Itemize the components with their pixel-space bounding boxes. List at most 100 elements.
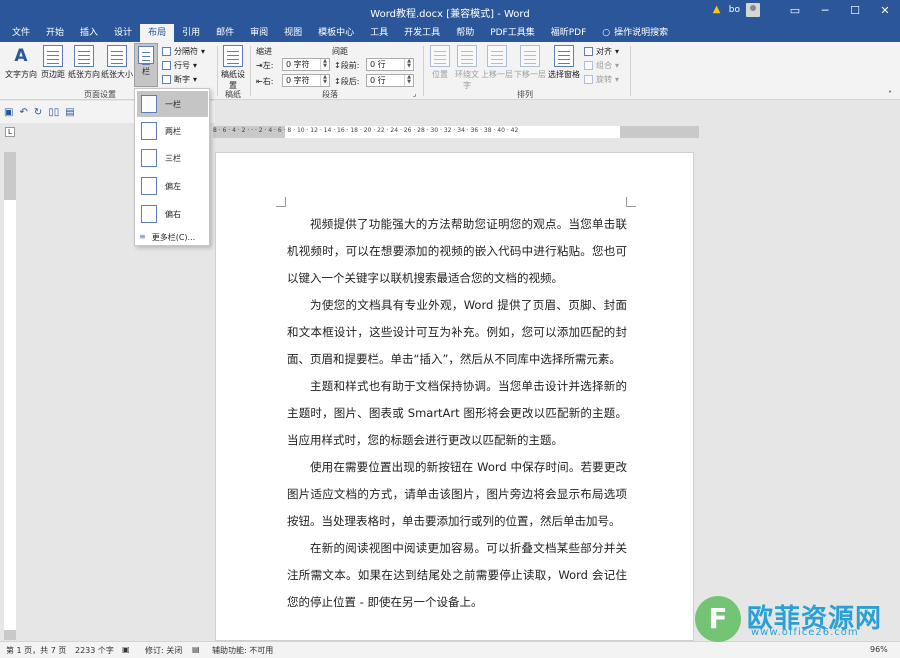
send-backward-icon — [520, 45, 540, 67]
tab-developer[interactable]: 开发工具 — [396, 24, 448, 42]
paragraph[interactable]: 视频提供了功能强大的方法帮助您证明您的观点。当您单击联机视频时，可以在想要添加的… — [287, 211, 627, 292]
paragraph[interactable]: 使用在需要位置出现的新按钮在 Word 中保存时间。若要更改图片适应文档的方式，… — [287, 454, 627, 535]
spacing-before-label: ↕段前: — [334, 61, 360, 70]
group-objects-label: 组合 — [596, 61, 612, 70]
minimize-button[interactable]: ─ — [810, 0, 840, 22]
tab-pdf-tools[interactable]: PDF工具集 — [482, 24, 543, 42]
paragraph[interactable]: 主题和样式也有助于文档保持协调。当您单击设计并选择新的主题时，图片、图表或 Sm… — [287, 373, 627, 454]
undo-icon[interactable]: ↶ — [19, 107, 27, 118]
dialog-launcher-icon[interactable]: ⌟ — [413, 90, 416, 98]
tab-view[interactable]: 视图 — [276, 24, 310, 42]
breaks-button[interactable]: 分隔符 ▾ — [162, 46, 205, 57]
wrap-text-button[interactable]: 环绕文字 — [454, 45, 480, 91]
orientation-button[interactable]: 纸张方向 — [68, 45, 100, 80]
spinner-arrows-icon[interactable]: ▲ ▼ — [320, 59, 329, 70]
tab-file[interactable]: 文件 — [4, 24, 38, 42]
spinner-arrows-icon[interactable]: ▲ ▼ — [404, 75, 413, 86]
align-button[interactable]: 对齐 ▾ — [584, 46, 619, 57]
columns-option-right[interactable]: 偏右 — [137, 201, 208, 227]
spacing-after-field[interactable]: 0 行 ▲ ▼ — [366, 74, 414, 87]
line-numbers-label: 行号 — [174, 61, 190, 70]
line-numbers-icon — [162, 61, 171, 70]
tab-insert[interactable]: 插入 — [72, 24, 106, 42]
track-changes-status[interactable]: 修订: 关闭 — [145, 645, 182, 656]
group-objects-button[interactable]: 组合 ▾ — [584, 60, 619, 71]
tab-tools[interactable]: 工具 — [362, 24, 396, 42]
rotate-button[interactable]: 旋转 ▾ — [584, 74, 619, 85]
two-pages-icon[interactable]: ▯▯ — [48, 107, 59, 118]
avatar[interactable] — [746, 3, 760, 17]
title-bar: Word教程.docx [兼容模式] - Word ▲ bo ▭ ─ ☐ ✕ — [0, 0, 900, 22]
ribbon-display-options-button[interactable]: ▭ — [780, 0, 810, 22]
bring-forward-button[interactable]: 上移一层 — [481, 45, 513, 80]
page-count[interactable]: 第 1 页，共 7 页 — [6, 645, 66, 656]
manuscript-icon — [223, 45, 243, 67]
tab-design[interactable]: 设计 — [106, 24, 140, 42]
columns-option-two[interactable]: 两栏 — [137, 118, 208, 144]
tab-references[interactable]: 引用 — [174, 24, 208, 42]
columns-option-one[interactable]: 一栏 — [137, 91, 208, 117]
spinner-arrows-icon[interactable]: ▲ ▼ — [320, 75, 329, 86]
tell-me-search[interactable]: ○ 操作说明搜索 — [594, 24, 676, 42]
align-label: 对齐 — [596, 47, 612, 56]
document-page[interactable]: 视频提供了功能强大的方法帮助您证明您的观点。当您单击联机视频时，可以在想要添加的… — [215, 152, 694, 641]
redo-icon[interactable]: ↻ — [34, 107, 42, 118]
hyphenation-button[interactable]: 断字 ▾ — [162, 74, 197, 85]
macro-icon[interactable]: ▤ — [192, 645, 200, 654]
paragraph[interactable]: 为使您的文档具有专业外观，Word 提供了页眉、页脚、封面和文本框设计，这些设计… — [287, 292, 627, 373]
bring-forward-label: 上移一层 — [481, 70, 513, 79]
tab-mailings[interactable]: 邮件 — [208, 24, 242, 42]
tab-template-center[interactable]: 模板中心 — [310, 24, 362, 42]
columns-label: 栏 — [142, 67, 150, 76]
tab-review[interactable]: 审阅 — [242, 24, 276, 42]
group-separator — [630, 46, 631, 96]
tab-selector[interactable]: L — [5, 127, 15, 137]
tab-foxit-pdf[interactable]: 福昕PDF — [543, 24, 595, 42]
horizontal-ruler[interactable]: 8 · 6 · 4 · 2 · · · 2 · 4 · 6 · 8 · 10 ·… — [213, 126, 699, 138]
selection-pane-button[interactable]: 选择窗格 — [547, 45, 581, 80]
spacing-after-icon: ↕ — [334, 77, 341, 86]
page-size-button[interactable]: 纸张大小 — [101, 45, 133, 80]
close-button[interactable]: ✕ — [870, 0, 900, 22]
position-button[interactable]: 位置 — [428, 45, 452, 80]
send-backward-button[interactable]: 下移一层 — [514, 45, 546, 80]
maximize-button[interactable]: ☐ — [840, 0, 870, 22]
proofing-icon[interactable]: ▣ — [122, 645, 130, 654]
spinner-arrows-icon[interactable]: ▲ ▼ — [404, 59, 413, 70]
tab-layout[interactable]: 布局 — [140, 24, 175, 42]
zoom-level[interactable]: 96% — [870, 645, 888, 654]
columns-option-label: 偏左 — [165, 181, 181, 191]
user-area[interactable]: ▲ bo — [713, 3, 760, 17]
columns-option-three[interactable]: 三栏 — [137, 145, 208, 171]
manuscript-settings-button[interactable]: 稿纸设置 — [221, 45, 245, 91]
more-columns-item[interactable]: ≡ 更多栏(C)... — [139, 232, 195, 243]
vertical-scrollbar[interactable] — [886, 123, 900, 641]
collapse-ribbon-icon[interactable]: ˄ — [888, 90, 892, 99]
document-body[interactable]: 视频提供了功能强大的方法帮助您证明您的观点。当您单击联机视频时，可以在想要添加的… — [287, 211, 627, 616]
indent-right-field[interactable]: 0 字符 ▲ ▼ — [282, 74, 330, 87]
save-icon[interactable]: ▣ — [4, 107, 13, 118]
spacing-before-field[interactable]: 0 行 ▲ ▼ — [366, 58, 414, 71]
user-name: bo — [728, 5, 740, 15]
tab-help[interactable]: 帮助 — [448, 24, 482, 42]
vertical-ruler[interactable] — [4, 152, 16, 640]
accessibility-status[interactable]: 辅助功能: 不可用 — [212, 645, 273, 656]
print-preview-icon[interactable]: ▤ — [65, 107, 74, 118]
more-columns-icon: ≡ — [139, 232, 146, 241]
position-label: 位置 — [432, 70, 448, 79]
columns-option-left[interactable]: 偏左 — [137, 173, 208, 199]
chevron-down-icon: ▾ — [193, 75, 198, 84]
tab-home[interactable]: 开始 — [38, 24, 72, 42]
ruler-ticks: 8 · 6 · 4 · 2 · · · 2 · 4 · 6 · 8 · 10 ·… — [213, 127, 519, 134]
margins-button[interactable]: 页边距 — [40, 45, 66, 80]
columns-button[interactable]: 栏 — [134, 43, 158, 87]
line-numbers-button[interactable]: 行号 ▾ — [162, 60, 197, 71]
columns-dropdown: 一栏 两栏 三栏 偏左 偏右 ≡ 更多栏(C)... — [134, 88, 210, 246]
paragraph[interactable]: 在新的阅读视图中阅读更加容易。可以折叠文档某些部分并关注所需文本。如果在达到结尾… — [287, 535, 627, 616]
selection-pane-icon — [554, 45, 574, 67]
left-column-icon — [141, 177, 157, 195]
paragraph-group-label: 段落 — [322, 90, 338, 99]
text-direction-button[interactable]: A 文字方向 — [4, 45, 38, 80]
word-count[interactable]: 2233 个字 — [75, 645, 114, 656]
indent-left-field[interactable]: 0 字符 ▲ ▼ — [282, 58, 330, 71]
